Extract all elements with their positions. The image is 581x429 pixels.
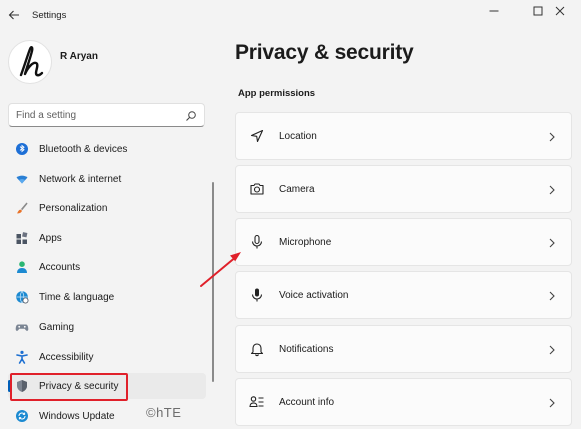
search-icon[interactable] (185, 109, 197, 121)
chevron-right-icon (547, 183, 557, 195)
location-icon (249, 128, 265, 144)
permission-card-account-info[interactable]: Account info (235, 378, 572, 426)
chevron-right-icon (547, 130, 557, 142)
sidebar-item-label: Network & internet (39, 174, 122, 185)
card-label: Account info (279, 397, 335, 408)
sidebar-item-label: Apps (39, 233, 62, 244)
permission-card-camera[interactable]: Camera (235, 165, 572, 213)
sidebar-item-personalization[interactable]: Personalization (8, 195, 206, 221)
sidebar-item-accounts[interactable]: Accounts (8, 254, 206, 280)
annotation-arrow-icon (196, 246, 246, 290)
apps-icon (15, 231, 29, 245)
microphone-icon (249, 234, 265, 250)
sidebar-item-label: Accessibility (39, 352, 94, 363)
voice-activation-icon (249, 287, 265, 303)
permission-card-voice-activation[interactable]: Voice activation (235, 271, 572, 319)
avatar[interactable] (8, 40, 52, 84)
sidebar-item-bluetooth[interactable]: Bluetooth & devices (8, 136, 206, 162)
permission-card-microphone[interactable]: Microphone (235, 218, 572, 266)
chevron-right-icon (547, 343, 557, 355)
update-icon (15, 409, 29, 423)
highlight-box (10, 373, 128, 401)
section-heading: App permissions (238, 88, 316, 99)
close-button[interactable] (538, 1, 581, 21)
chevron-right-icon (547, 289, 557, 301)
card-label: Notifications (279, 344, 334, 355)
globe-clock-icon (15, 290, 29, 304)
watermark: ©hTE (146, 405, 182, 420)
search-placeholder: Find a setting (16, 110, 77, 121)
permission-card-location[interactable]: Location (235, 112, 572, 160)
card-label: Camera (279, 184, 315, 195)
person-icon (15, 260, 29, 274)
brush-icon (15, 201, 29, 215)
wifi-icon (15, 172, 29, 186)
sidebar-item-label: Windows Update (39, 411, 115, 422)
card-label: Microphone (279, 237, 332, 248)
sidebar-item-label: Gaming (39, 322, 75, 333)
sidebar-item-time-language[interactable]: Time & language (8, 284, 206, 310)
search-input[interactable]: Find a setting (8, 103, 205, 127)
permission-card-notifications[interactable]: Notifications (235, 325, 572, 373)
chevron-right-icon (547, 236, 557, 248)
sidebar-item-gaming[interactable]: Gaming (8, 314, 206, 340)
window-title: Settings (32, 10, 67, 21)
accessibility-icon (15, 350, 29, 364)
sidebar-item-apps[interactable]: Apps (8, 225, 206, 251)
sidebar-item-label: Personalization (39, 203, 108, 214)
chevron-right-icon (547, 396, 557, 408)
camera-icon (249, 181, 265, 197)
page-title: Privacy & security (235, 41, 414, 64)
bluetooth-icon (15, 142, 29, 156)
card-label: Voice activation (279, 290, 349, 301)
account-info-icon (249, 394, 265, 410)
sidebar-item-label: Bluetooth & devices (39, 144, 128, 155)
sidebar-item-label: Accounts (39, 262, 81, 273)
sidebar-item-network[interactable]: Network & internet (8, 166, 206, 192)
title-bar: Settings (0, 0, 581, 30)
user-name: R Aryan (60, 51, 98, 62)
bell-icon (249, 341, 265, 357)
gamepad-icon (15, 320, 29, 334)
minimize-button[interactable] (472, 1, 516, 21)
back-arrow-icon[interactable] (6, 7, 22, 23)
sidebar-item-accessibility[interactable]: Accessibility (8, 344, 206, 370)
sidebar-item-label: Time & language (39, 292, 115, 303)
card-label: Location (279, 131, 317, 142)
